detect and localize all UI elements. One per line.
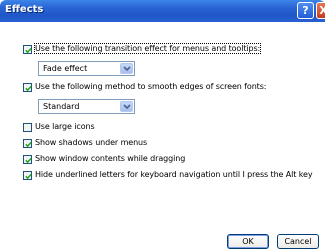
font-smoothing-value: Standard (43, 102, 80, 111)
transition-dropdown-arrow[interactable] (120, 63, 133, 74)
cancel-button[interactable]: Cancel (277, 234, 319, 249)
check-icon (25, 173, 32, 180)
transition-effect-checkbox[interactable] (23, 45, 32, 54)
help-button[interactable]: ? (297, 2, 314, 19)
menu-shadows-label: Show shadows under menus (35, 138, 148, 147)
transition-effect-select[interactable]: Fade effect (38, 61, 135, 76)
check-icon (25, 47, 32, 54)
transition-effect-value: Fade effect (43, 64, 88, 73)
font-smoothing-label: Use the following method to smooth edges… (35, 82, 267, 91)
smoothing-dropdown-arrow[interactable] (120, 101, 133, 112)
check-icon (25, 157, 32, 164)
chevron-down-icon (123, 66, 131, 72)
hide-underlined-letters-label: Hide underlined letters for keyboard nav… (35, 170, 313, 179)
hide-underlined-letters-checkbox[interactable] (23, 171, 32, 180)
title-bar[interactable]: Effects ? X (0, 0, 325, 22)
ok-button[interactable]: OK (227, 234, 269, 249)
large-icons-checkbox[interactable] (23, 123, 32, 132)
check-icon (25, 141, 32, 148)
chevron-down-icon (123, 104, 131, 110)
font-smoothing-checkbox[interactable] (23, 83, 32, 92)
transition-effect-label: Use the following transition effect for … (33, 43, 262, 54)
window-contents-dragging-checkbox[interactable] (23, 155, 32, 164)
large-icons-label: Use large icons (35, 122, 95, 131)
window-contents-dragging-label: Show window contents while dragging (35, 154, 186, 163)
font-smoothing-select[interactable]: Standard (38, 99, 135, 114)
dialog-body: Use the following transition effect for … (0, 22, 325, 249)
effects-dialog: Effects ? X Use the following transition… (0, 0, 325, 249)
menu-shadows-checkbox[interactable] (23, 139, 32, 148)
window-title: Effects (5, 4, 44, 15)
close-button[interactable]: X (316, 2, 325, 19)
check-icon (25, 85, 32, 92)
